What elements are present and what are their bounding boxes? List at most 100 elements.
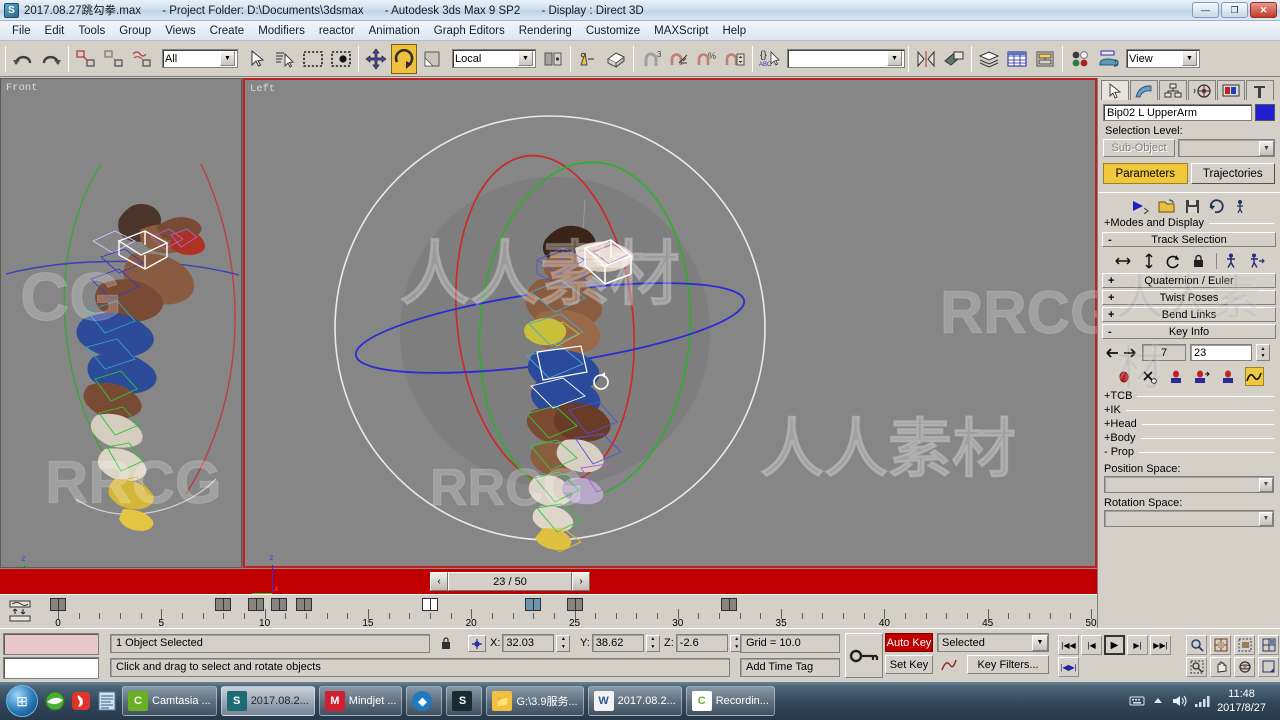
time-slider-handle[interactable]: ‹ 23 / 50 › xyxy=(430,572,590,591)
menu-rendering[interactable]: Rendering xyxy=(512,23,579,39)
reference-coordinate-system-combo[interactable]: Local ▼ xyxy=(452,49,536,68)
set-planted-key-icon[interactable] xyxy=(1167,367,1186,386)
coord-y-field[interactable]: 38.62 xyxy=(591,634,644,652)
time-slider-bar[interactable]: ‹ 23 / 50 › xyxy=(0,568,1097,594)
key-frame-spinner[interactable]: ▲ ▼ xyxy=(1256,344,1270,361)
track-bar-keyframe[interactable] xyxy=(215,598,232,611)
snaps-toggle-icon[interactable]: 3 xyxy=(638,43,664,74)
previous-key-icon[interactable] xyxy=(1104,347,1119,359)
next-frame-button[interactable]: ▶| xyxy=(1127,635,1148,655)
object-color-swatch[interactable] xyxy=(1255,104,1275,121)
key-mode-toggle-icon[interactable] xyxy=(845,633,883,678)
named-selection-set-combo[interactable]: ▼ xyxy=(787,49,905,68)
rollout-bend-links[interactable]: + Bend Links xyxy=(1102,307,1276,322)
window-crossing-icon[interactable] xyxy=(328,43,354,74)
minimize-button[interactable]: — xyxy=(1192,2,1219,18)
menu-modifiers[interactable]: Modifiers xyxy=(251,23,312,39)
chevron-down-icon[interactable]: ▼ xyxy=(1182,51,1197,66)
rollout-key-info[interactable]: - Key Info xyxy=(1102,324,1276,339)
motion-tab[interactable] xyxy=(1188,80,1216,100)
body-vertical-icon[interactable] xyxy=(1143,253,1155,269)
rollout-twist-poses[interactable]: + Twist Poses xyxy=(1102,290,1276,305)
coord-z-field[interactable]: -2.6 xyxy=(675,634,728,652)
absolute-relative-transform-icon[interactable] xyxy=(468,635,486,652)
render-scene-icon[interactable] xyxy=(1095,43,1121,74)
select-and-scale-icon[interactable] xyxy=(419,43,445,74)
use-pivot-point-center-icon[interactable] xyxy=(540,43,566,74)
coord-x-field[interactable]: 32.03 xyxy=(502,634,555,652)
notes-icon[interactable] xyxy=(94,686,120,716)
add-time-tag-button[interactable]: Add Time Tag xyxy=(740,658,840,677)
taskbar-item-3dsmax2[interactable]: S xyxy=(446,686,483,716)
rollout-quaternion-euler[interactable]: + Quaternion / Euler xyxy=(1102,273,1276,288)
start-orb[interactable]: ⊞ xyxy=(6,685,38,717)
unlink-selection-icon[interactable] xyxy=(101,43,127,74)
object-name-input[interactable]: Bip02 L UpperArm xyxy=(1103,104,1252,121)
display-tab[interactable] xyxy=(1217,80,1245,100)
sub-object-button[interactable]: Sub-Object xyxy=(1103,139,1175,157)
track-bar-keyframe[interactable] xyxy=(566,598,583,611)
trajectory-curve-icon[interactable] xyxy=(1244,367,1264,386)
go-to-start-button[interactable]: |◀◀ xyxy=(1058,635,1079,655)
track-bar-keyframe[interactable] xyxy=(421,598,438,611)
previous-frame-button[interactable]: |◀ xyxy=(1081,635,1102,655)
figure-mode-icon[interactable] xyxy=(1234,199,1246,214)
coord-y-spinner[interactable]: ▲ ▼ xyxy=(645,634,660,652)
menu-create[interactable]: Create xyxy=(203,23,252,39)
mirror-icon[interactable] xyxy=(575,43,601,74)
menu-views[interactable]: Views xyxy=(158,23,202,39)
key-number-field[interactable]: 7 xyxy=(1142,344,1186,361)
utilities-tab[interactable] xyxy=(1246,80,1274,100)
key-filters-button[interactable]: Key Filters... xyxy=(967,655,1049,674)
rollout-body[interactable]: +Body xyxy=(1098,431,1280,445)
media-player-icon[interactable] xyxy=(68,686,94,716)
track-bar-keyframe[interactable] xyxy=(525,598,542,611)
menu-reactor[interactable]: reactor xyxy=(312,23,362,39)
chevron-down-icon[interactable]: ▼ xyxy=(887,51,902,66)
pan-hand-icon[interactable] xyxy=(1210,657,1231,677)
undo-icon[interactable] xyxy=(10,43,36,74)
track-bar-keyframe[interactable] xyxy=(248,598,265,611)
chevron-down-icon[interactable]: ▼ xyxy=(1259,477,1273,492)
viewport-front[interactable]: Front z x xyxy=(0,78,242,568)
menu-help[interactable]: Help xyxy=(715,23,753,39)
previous-frame-arrow[interactable]: ‹ xyxy=(430,572,448,591)
maxscript-mini-listener-pink[interactable] xyxy=(3,633,99,655)
redo-icon[interactable] xyxy=(38,43,64,74)
viewport-left[interactable]: Left xyxy=(243,78,1097,568)
refresh-icon[interactable] xyxy=(1209,199,1225,214)
select-symmetrical-icon[interactable] xyxy=(1249,253,1265,269)
sub-object-combo[interactable]: ▼ xyxy=(1178,139,1275,157)
track-bar-keyframe[interactable] xyxy=(295,598,312,611)
menu-file[interactable]: File xyxy=(5,23,38,39)
body-horizontal-icon[interactable] xyxy=(1114,254,1132,268)
chevron-down-icon[interactable]: ▼ xyxy=(220,51,235,66)
delete-key-icon[interactable] xyxy=(1141,367,1160,386)
named-selection-sets-icon[interactable]: {} ABC xyxy=(757,43,783,74)
chevron-down-icon[interactable]: ▼ xyxy=(1032,634,1048,651)
menu-tools[interactable]: Tools xyxy=(71,23,112,39)
set-key-curve-icon[interactable] xyxy=(938,655,960,674)
zoom-all-icon[interactable] xyxy=(1210,635,1231,655)
select-by-name-icon[interactable] xyxy=(272,43,298,74)
taskbar-item-mindjet[interactable]: M Mindjet ... xyxy=(318,686,403,716)
taskbar-clock[interactable]: 11:48 2017/8/27 xyxy=(1217,687,1274,715)
rectangular-selection-region-icon[interactable] xyxy=(300,43,326,74)
set-key-button[interactable]: Set Key xyxy=(885,655,933,674)
align-tool-icon[interactable] xyxy=(941,43,967,74)
menu-edit[interactable]: Edit xyxy=(38,23,72,39)
lock-com-keying-icon[interactable] xyxy=(1192,254,1205,269)
rollout-head[interactable]: +Head xyxy=(1098,417,1280,431)
auto-key-button[interactable]: Auto Key xyxy=(885,633,933,652)
go-to-end-button[interactable]: ▶▶| xyxy=(1150,635,1171,655)
key-mode-button[interactable]: |◀▶| xyxy=(1058,657,1079,677)
taskbar-item-3dsmax[interactable]: S 2017.08.2... xyxy=(220,686,315,716)
key-frame-field[interactable]: 23 xyxy=(1190,344,1252,361)
selection-lock-icon[interactable] xyxy=(440,636,452,651)
coord-x-spinner[interactable]: ▲ ▼ xyxy=(556,634,571,652)
track-bar-keyframe[interactable] xyxy=(50,598,66,611)
save-icon[interactable] xyxy=(1185,199,1200,214)
rotation-space-combo[interactable]: ▼ xyxy=(1104,510,1274,527)
play-animation-button[interactable]: ▶ xyxy=(1104,635,1125,655)
rollout-track-selection[interactable]: - Track Selection xyxy=(1102,232,1276,247)
